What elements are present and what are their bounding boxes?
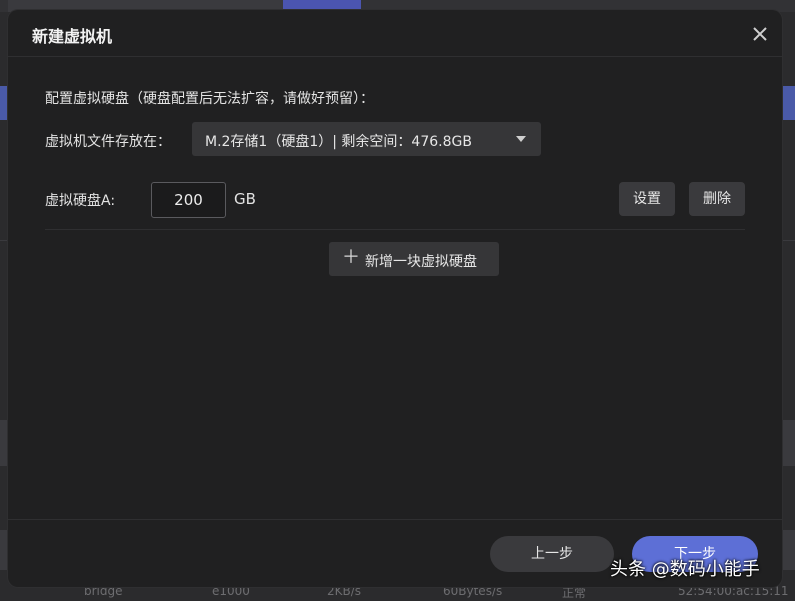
new-vm-dialog: 新建虚拟机 配置虚拟硬盘（硬盘配置后无法扩容，请做好预留）： 虚拟机文件存放在：… [8, 10, 782, 587]
disk-settings-button[interactable]: 设置 [619, 182, 675, 216]
dialog-header: 新建虚拟机 [8, 10, 782, 57]
storage-location-value: M.2存储1（硬盘1）| 剩余空间：476.8GB [205, 134, 472, 150]
add-virtual-disk-label: 新增一块虚拟硬盘 [365, 254, 477, 270]
storage-location-select[interactable]: M.2存储1（硬盘1）| 剩余空间：476.8GB [192, 122, 541, 156]
disk-delete-button[interactable]: 删除 [689, 182, 745, 216]
divider [45, 229, 745, 230]
add-virtual-disk-button[interactable]: ＋ 新增一块虚拟硬盘 [329, 242, 499, 276]
disk-size-unit: GB [234, 190, 256, 208]
previous-step-button[interactable]: 上一步 [490, 536, 614, 572]
disk-section-title: 配置虚拟硬盘（硬盘配置后无法扩容，请做好预留）： [45, 91, 374, 107]
footer-divider [8, 519, 782, 520]
dialog-title: 新建虚拟机 [32, 27, 113, 46]
virtual-disk-a-label: 虚拟硬盘A: [45, 193, 116, 209]
close-button[interactable] [750, 24, 770, 44]
plus-icon: ＋ [342, 247, 360, 268]
close-icon [753, 27, 767, 41]
watermark: 头条 @数码小能手 [610, 559, 760, 580]
storage-location-label: 虚拟机文件存放在： [45, 134, 171, 150]
chevron-down-icon [516, 136, 526, 142]
disk-size-input[interactable]: 200 [151, 182, 226, 218]
